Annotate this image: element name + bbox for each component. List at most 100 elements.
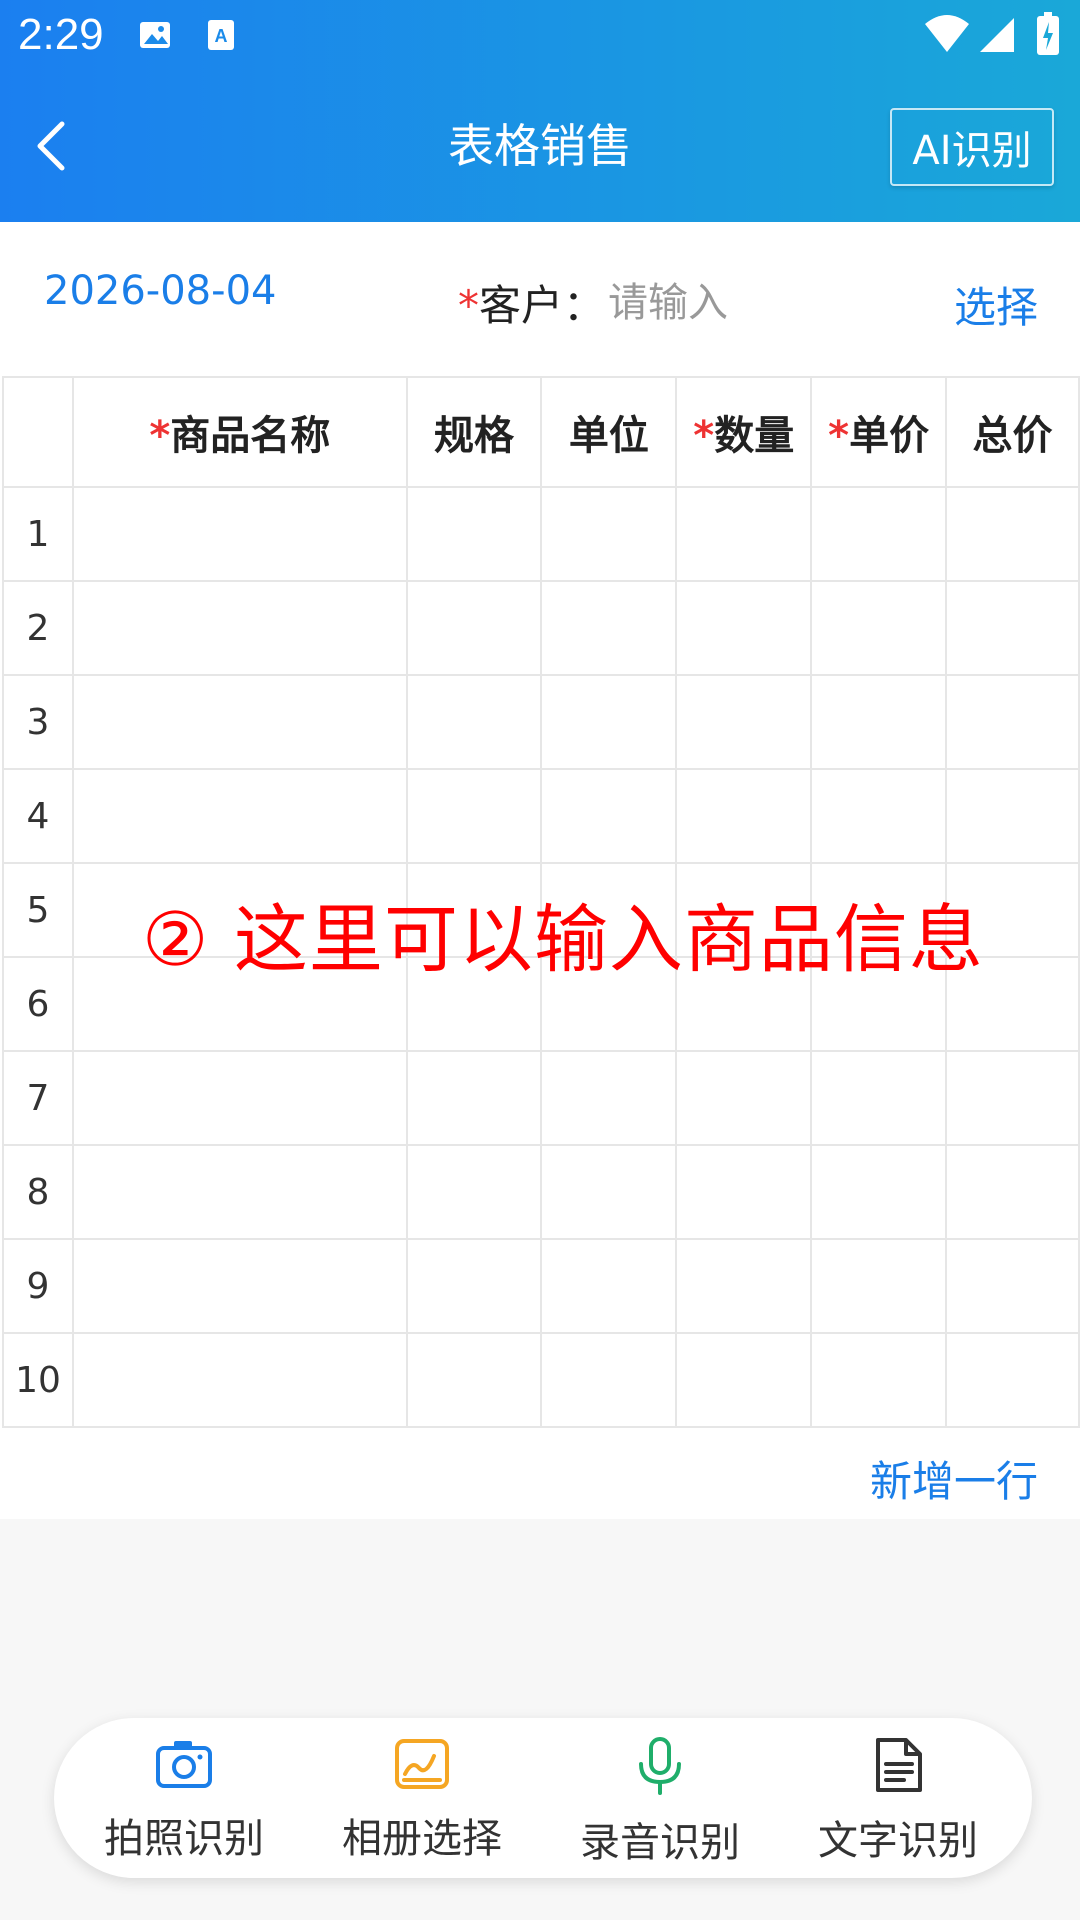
header-cell: *数量 — [675, 376, 813, 488]
table-cell[interactable] — [675, 674, 813, 770]
table-cell[interactable] — [540, 486, 678, 582]
battery-icon — [1036, 12, 1060, 60]
voice-recognize-button[interactable]: 录音识别 — [560, 1736, 760, 1866]
table-cell[interactable] — [810, 580, 948, 676]
annotation-note: ② 这里可以输入商品信息 — [142, 897, 984, 983]
table-cell[interactable] — [675, 1144, 813, 1240]
required-mark: * — [828, 413, 850, 459]
customer-label-text: 客户： — [479, 281, 606, 330]
row-number: 6 — [2, 956, 74, 1052]
header-label: 商品名称 — [170, 413, 331, 459]
svg-text:A: A — [215, 26, 228, 46]
customer-label: *客户： — [458, 272, 605, 333]
table-cell[interactable] — [405, 1050, 543, 1146]
tool-label: 拍照识别 — [104, 1816, 264, 1862]
table-cell[interactable] — [405, 674, 543, 770]
album-select-button[interactable]: 相册选择 — [322, 1736, 522, 1866]
tool-label: 相册选择 — [342, 1816, 502, 1862]
table-cell[interactable] — [405, 580, 543, 676]
table-cell[interactable] — [945, 768, 1080, 864]
photo-recognize-button[interactable]: 拍照识别 — [84, 1736, 284, 1866]
wifi-icon — [924, 14, 970, 58]
required-mark: * — [693, 413, 715, 459]
customer-input[interactable]: 请输入 — [608, 270, 728, 328]
image-notification-icon — [138, 18, 172, 56]
table-cell[interactable] — [540, 1144, 678, 1240]
table-row: 10 — [2, 1332, 1080, 1428]
table-cell[interactable] — [71, 1144, 408, 1240]
table-cell[interactable] — [675, 580, 813, 676]
order-form-row: 2026-08-04 *客户： 请输入 选择 — [0, 222, 1080, 374]
table-cell[interactable] — [945, 1050, 1080, 1146]
header-cell: 单位 — [540, 376, 678, 488]
status-time: 2:29 — [18, 10, 104, 59]
row-number: 8 — [2, 1144, 74, 1240]
ai-recognize-button[interactable]: AI识别 — [890, 108, 1054, 186]
table-cell[interactable] — [945, 674, 1080, 770]
add-row-button[interactable]: 新增一行 — [870, 1448, 1038, 1509]
table-cell[interactable] — [810, 1332, 948, 1428]
tool-label: 文字识别 — [818, 1818, 978, 1864]
row-number: 5 — [2, 862, 74, 958]
table-cell[interactable] — [71, 1332, 408, 1428]
table-cell[interactable] — [405, 1238, 543, 1334]
row-number: 3 — [2, 674, 74, 770]
table-cell[interactable] — [405, 768, 543, 864]
table-cell[interactable] — [810, 1238, 948, 1334]
table-cell[interactable] — [810, 768, 948, 864]
table-cell[interactable] — [675, 1050, 813, 1146]
select-customer-button[interactable]: 选择 — [954, 274, 1038, 335]
table-cell[interactable] — [540, 674, 678, 770]
date-picker[interactable]: 2026-08-04 — [44, 268, 276, 314]
table-cell[interactable] — [675, 1238, 813, 1334]
row-number: 2 — [2, 580, 74, 676]
table-cell[interactable] — [810, 1144, 948, 1240]
table-cell[interactable] — [405, 486, 543, 582]
table-cell[interactable] — [945, 1332, 1080, 1428]
table-cell[interactable] — [540, 768, 678, 864]
table-cell[interactable] — [540, 1332, 678, 1428]
required-mark: * — [458, 281, 479, 330]
table-cell[interactable] — [810, 674, 948, 770]
table-cell[interactable] — [540, 1050, 678, 1146]
table-cell[interactable] — [945, 486, 1080, 582]
header-cell: *商品名称 — [71, 376, 408, 488]
row-number: 9 — [2, 1238, 74, 1334]
table-cell[interactable] — [945, 1144, 1080, 1240]
table-cell[interactable] — [71, 1050, 408, 1146]
table-cell[interactable] — [71, 674, 408, 770]
row-number: 4 — [2, 768, 74, 864]
table-row: 2 — [2, 580, 1080, 676]
table-cell[interactable] — [675, 768, 813, 864]
table-cell[interactable] — [71, 768, 408, 864]
header-cell: 总价 — [945, 376, 1080, 488]
table-cell[interactable] — [945, 580, 1080, 676]
table-cell[interactable] — [675, 486, 813, 582]
table-cell[interactable] — [540, 1238, 678, 1334]
table-row: 4 — [2, 768, 1080, 864]
table-row: 3 — [2, 674, 1080, 770]
table-row: 1 — [2, 486, 1080, 582]
table-cell[interactable] — [945, 1238, 1080, 1334]
microphone-icon — [560, 1736, 760, 1796]
table-cell[interactable] — [540, 580, 678, 676]
table-cell[interactable] — [675, 1332, 813, 1428]
document-icon — [798, 1736, 998, 1794]
text-notification-icon: A — [206, 18, 236, 56]
row-number: 1 — [2, 486, 74, 582]
table-row: 9 — [2, 1238, 1080, 1334]
table-cell[interactable] — [810, 1050, 948, 1146]
camera-icon — [84, 1736, 284, 1792]
table-cell[interactable] — [405, 1144, 543, 1240]
table-cell[interactable] — [71, 580, 408, 676]
text-recognize-button[interactable]: 文字识别 — [798, 1736, 998, 1866]
table-cell[interactable] — [71, 486, 408, 582]
table-cell[interactable] — [71, 1238, 408, 1334]
app-header: 2:29 A 表格销售 AI识别 — [0, 0, 1080, 222]
table-cell[interactable] — [810, 486, 948, 582]
table-cell[interactable] — [405, 1332, 543, 1428]
gallery-icon — [322, 1736, 522, 1792]
header-label: 总价 — [972, 413, 1053, 459]
signal-icon — [978, 16, 1016, 58]
header-label: 单价 — [849, 413, 930, 459]
